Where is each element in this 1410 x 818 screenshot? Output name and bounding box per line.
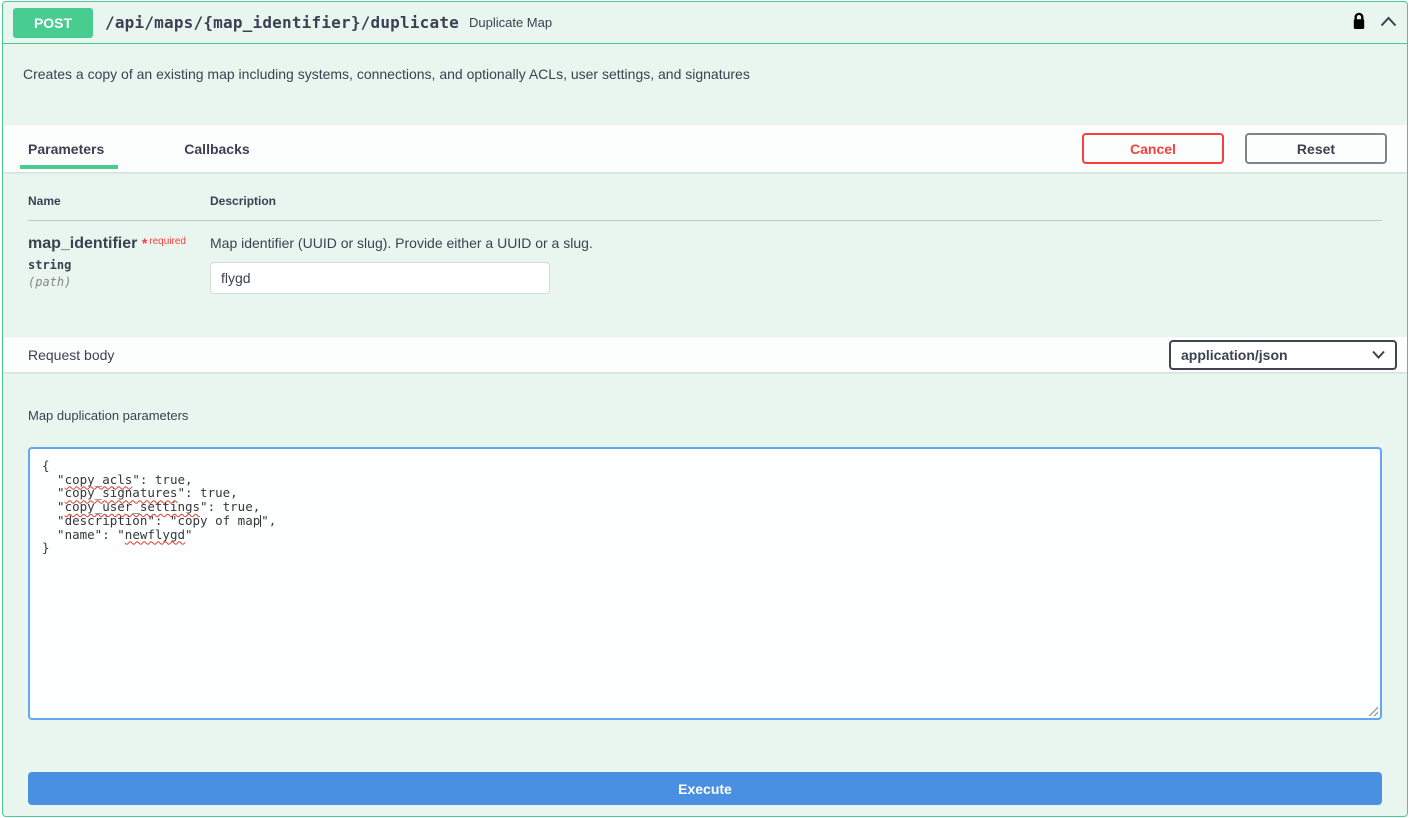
request-body-json[interactable]: { "copy_acls": true, "copy_signatures": … bbox=[42, 459, 1368, 555]
request-body-title: Map duplication parameters bbox=[28, 408, 1382, 423]
request-body-section: Map duplication parameters { "copy_acls"… bbox=[3, 372, 1407, 720]
execute-button[interactable]: Execute bbox=[28, 772, 1382, 805]
column-header-description: Description bbox=[210, 194, 1382, 208]
parameter-type: string bbox=[28, 258, 210, 272]
parameter-description-cell: Map identifier (UUID or slug). Provide e… bbox=[210, 235, 1382, 294]
cancel-button[interactable]: Cancel bbox=[1082, 133, 1224, 164]
request-body-editor[interactable]: { "copy_acls": true, "copy_signatures": … bbox=[28, 447, 1382, 720]
content-type-value: application/json bbox=[1181, 347, 1288, 363]
map-identifier-input[interactable] bbox=[210, 262, 550, 294]
chevron-up-icon bbox=[1380, 15, 1397, 30]
parameter-row: map_identifier *required string (path) M… bbox=[28, 221, 1382, 294]
operation-description: Creates a copy of an existing map includ… bbox=[3, 44, 1407, 125]
http-method-badge: POST bbox=[13, 8, 93, 38]
execute-wrapper: Execute bbox=[3, 720, 1407, 805]
reset-button[interactable]: Reset bbox=[1245, 133, 1387, 164]
parameter-name-cell: map_identifier *required string (path) bbox=[28, 235, 210, 294]
tab-bar: Parameters Callbacks bbox=[23, 141, 250, 157]
content-type-select[interactable]: application/json bbox=[1169, 340, 1397, 370]
chevron-down-icon bbox=[1372, 350, 1385, 359]
operation-summary[interactable]: POST /api/maps/{map_identifier}/duplicat… bbox=[3, 2, 1407, 44]
endpoint-summary: Duplicate Map bbox=[469, 15, 552, 30]
parameters-section-header: Parameters Callbacks Cancel Reset bbox=[3, 125, 1407, 172]
tab-parameters[interactable]: Parameters bbox=[28, 141, 104, 157]
collapse-operation-button[interactable] bbox=[1380, 15, 1397, 30]
resize-handle[interactable] bbox=[1366, 704, 1378, 716]
authorize-lock-button[interactable] bbox=[1352, 12, 1366, 33]
parameter-location: (path) bbox=[28, 275, 210, 289]
api-operation-block: POST /api/maps/{map_identifier}/duplicat… bbox=[2, 1, 1408, 817]
parameter-description: Map identifier (UUID or slug). Provide e… bbox=[210, 235, 1382, 251]
tab-callbacks[interactable]: Callbacks bbox=[184, 141, 249, 157]
endpoint-path: /api/maps/{map_identifier}/duplicate bbox=[93, 13, 469, 32]
parameters-table-header: Name Description bbox=[28, 194, 1382, 221]
required-label: required bbox=[147, 236, 186, 247]
parameters-table: Name Description map_identifier *require… bbox=[3, 172, 1407, 337]
parameter-name: map_identifier bbox=[28, 235, 137, 252]
request-body-section-header: Request body application/json bbox=[3, 337, 1407, 372]
lock-icon bbox=[1352, 12, 1366, 33]
request-body-label: Request body bbox=[23, 347, 114, 363]
column-header-name: Name bbox=[28, 194, 210, 208]
